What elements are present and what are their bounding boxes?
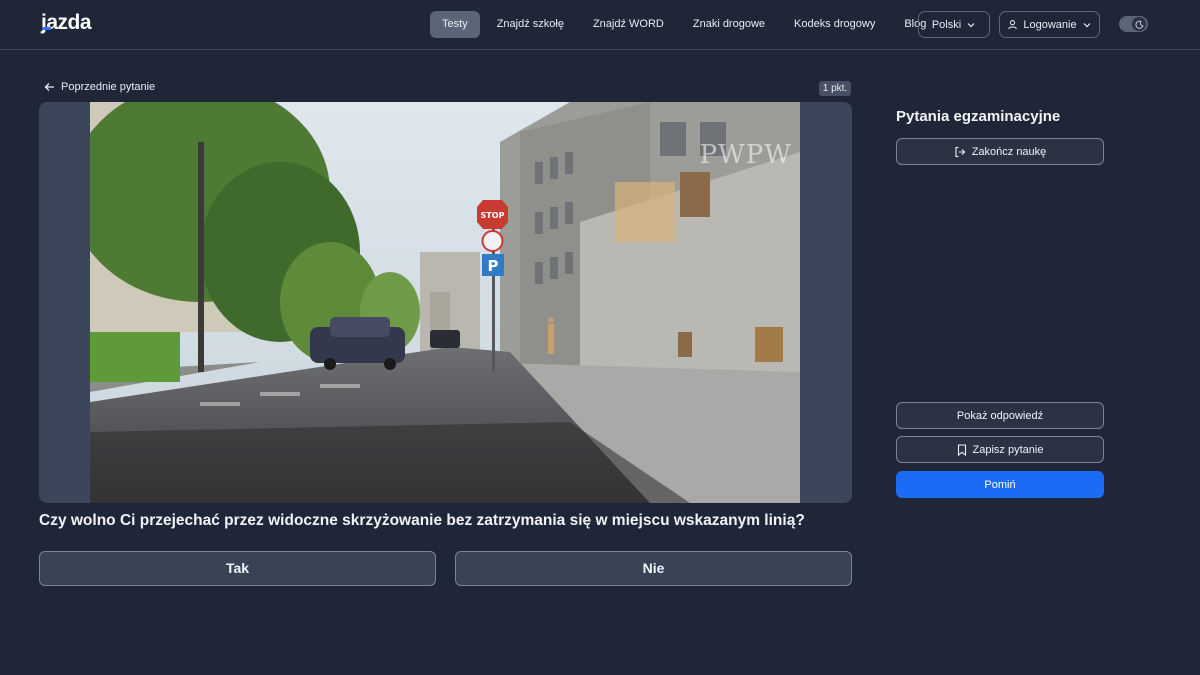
nav-item-znajdz-word[interactable]: Znajdź WORD: [581, 11, 676, 38]
answer-yes-button[interactable]: Tak: [39, 551, 436, 586]
finish-learning-label: Zakończ naukę: [971, 145, 1047, 158]
answer-no-button[interactable]: Nie: [455, 551, 852, 586]
skip-label: Pomiń: [984, 478, 1016, 491]
nav-item-znajdz-szkole[interactable]: Znajdź szkołę: [485, 11, 576, 38]
arrow-left-icon: [44, 83, 54, 91]
top-header: jazda Testy Znajdź szkołę Znajdź WORD Zn…: [0, 0, 1200, 50]
bookmark-icon: [957, 443, 966, 456]
points-badge: 1 pkt.: [819, 81, 851, 96]
login-label: Logowanie: [1023, 18, 1077, 31]
logo-accent: [42, 27, 51, 30]
nav-item-znaki-drogowe[interactable]: Znaki drogowe: [681, 11, 777, 38]
save-question-label: Zapisz pytanie: [972, 443, 1044, 456]
show-answer-button[interactable]: Pokaż odpowiedź: [896, 402, 1104, 429]
question-text: Czy wolno Ci przejechać przez widoczne s…: [39, 512, 805, 529]
stop-sign-text: STOP: [481, 211, 505, 220]
main-nav: Testy Znajdź szkołę Znajdź WORD Znaki dr…: [430, 11, 943, 38]
previous-question-label: Poprzednie pytanie: [61, 81, 156, 93]
skip-button[interactable]: Pomiń: [896, 471, 1104, 498]
user-icon: [1008, 20, 1018, 30]
image-watermark: PWPW: [699, 140, 792, 170]
nav-item-testy[interactable]: Testy: [430, 11, 480, 38]
save-question-button[interactable]: Zapisz pytanie: [896, 436, 1104, 463]
chevron-down-icon: [967, 22, 975, 27]
language-select[interactable]: Polski: [918, 11, 990, 38]
show-answer-label: Pokaż odpowiedź: [956, 409, 1044, 422]
login-button[interactable]: Logowanie: [999, 11, 1100, 38]
moon-icon: [1132, 17, 1146, 31]
svg-text:P: P: [488, 257, 499, 275]
finish-learning-button[interactable]: Zakończ naukę: [896, 138, 1104, 165]
question-image: STOP P PWPW: [90, 102, 800, 503]
chevron-down-icon: [1083, 22, 1091, 27]
language-label: Polski: [931, 18, 962, 31]
panel-title: Pytania egzaminacyjne: [896, 108, 1061, 125]
logout-icon: [955, 146, 965, 157]
nav-item-kodeks-drogowy[interactable]: Kodeks drogowy: [782, 11, 887, 38]
question-media: STOP P PWPW: [39, 102, 852, 503]
previous-question-link[interactable]: Poprzednie pytanie: [44, 81, 155, 93]
logo[interactable]: jazda: [41, 11, 92, 35]
theme-toggle[interactable]: [1119, 16, 1148, 32]
